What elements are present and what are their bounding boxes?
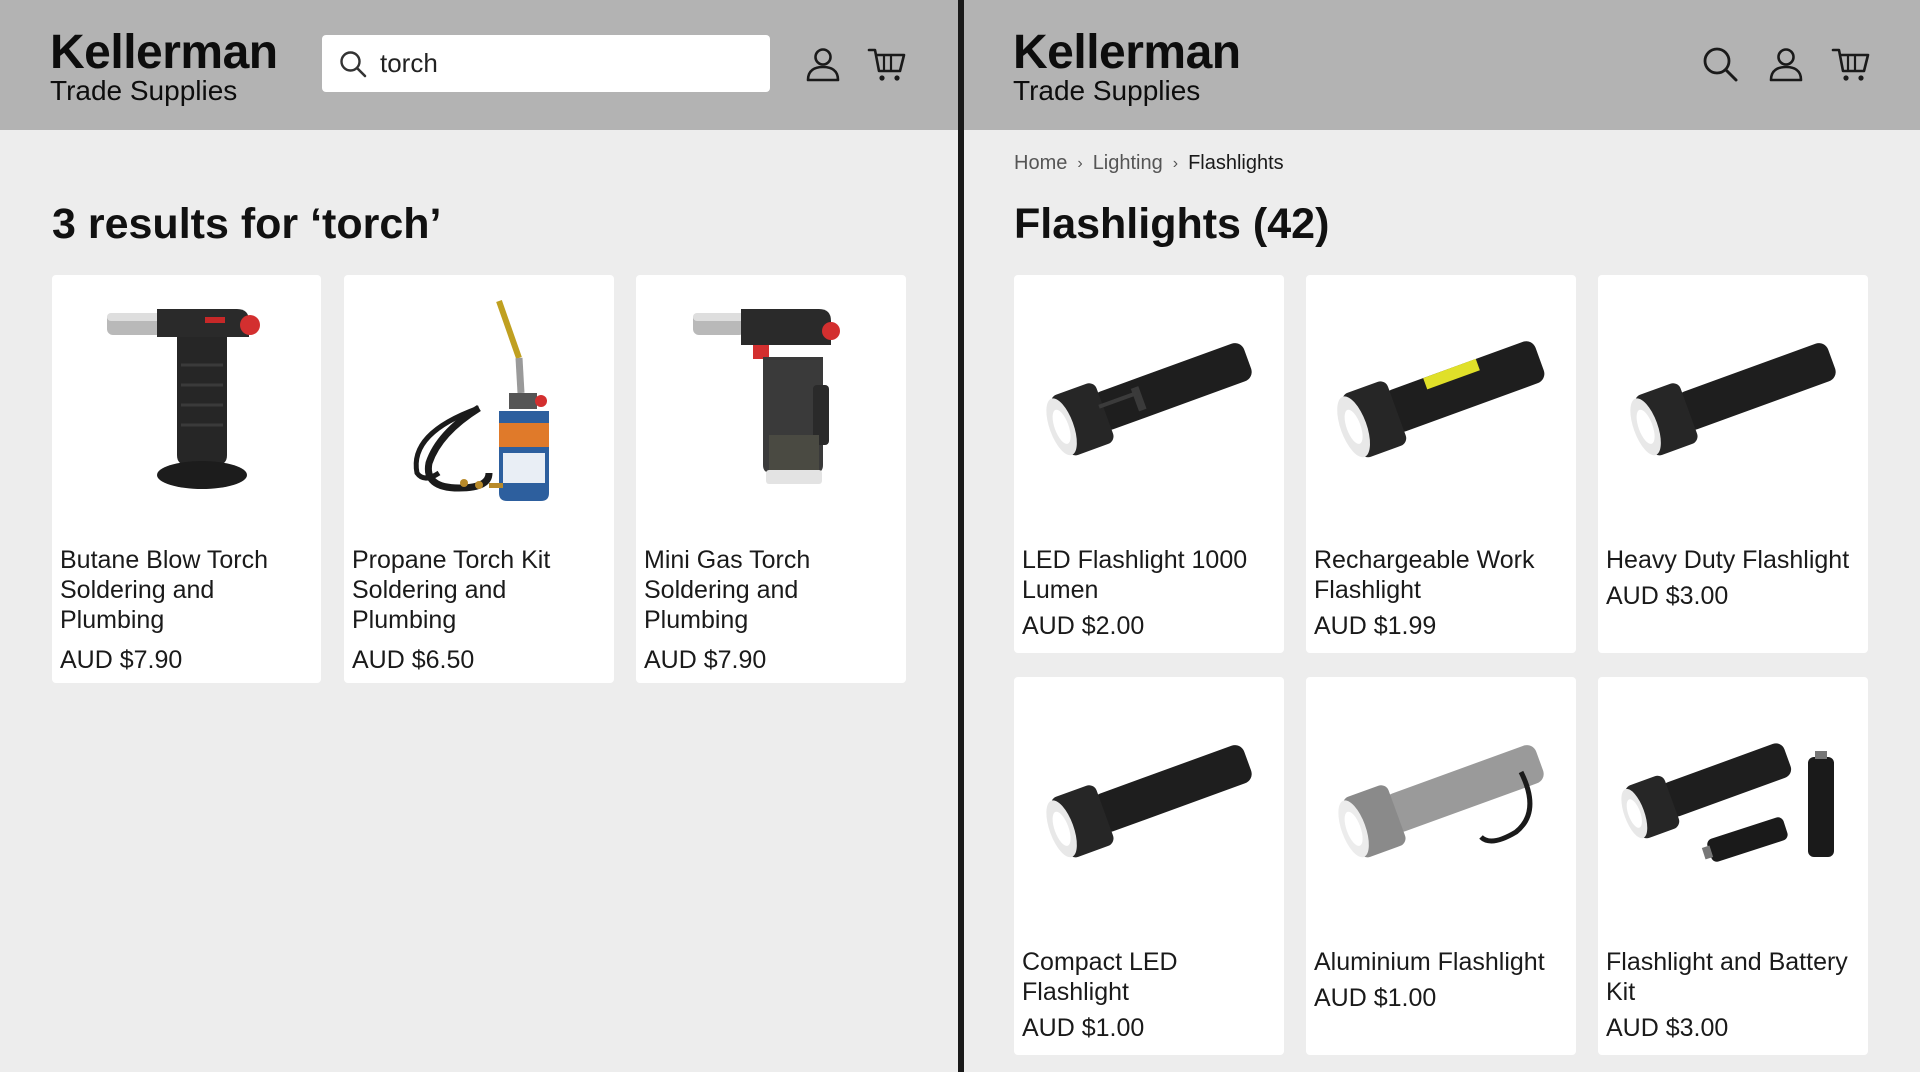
propane-torch-kit-icon <box>413 299 549 501</box>
site-header: Kellerman Trade Supplies <box>964 0 1920 130</box>
page-title: Flashlights (42) <box>1014 200 1330 248</box>
search-input[interactable] <box>380 48 760 79</box>
product-price: AUD $7.90 <box>60 646 183 674</box>
cart-icon[interactable] <box>867 44 907 84</box>
site-logo[interactable]: Kellerman Trade Supplies <box>1013 28 1241 106</box>
brand-name: Kellerman <box>1013 26 1241 79</box>
product-name[interactable]: Mini Gas Torch Soldering and Plumbing <box>644 545 900 635</box>
product-name[interactable]: LED Flashlight 1000 Lumen <box>1022 545 1278 605</box>
product-card[interactable]: Mini Gas Torch Soldering and Plumbing AU… <box>636 275 906 683</box>
flashlight-battery-kit-icon <box>1621 743 1834 862</box>
product-name[interactable]: Butane Blow Torch Soldering and Plumbing <box>60 545 315 635</box>
flashlight-icon <box>1630 343 1836 456</box>
blow-torch-icon <box>106 309 260 489</box>
category-pane: Kellerman Trade Supplies Home › Lighting… <box>964 0 1920 1072</box>
flashlight-icon <box>1046 343 1252 456</box>
product-card[interactable]: Propane Torch Kit Soldering and Plumbing… <box>344 275 614 683</box>
cart-icon[interactable] <box>1831 44 1871 84</box>
product-card[interactable]: Compact LED Flashlight AUD $1.00 <box>1014 677 1284 1055</box>
product-price: AUD $1.99 <box>1314 612 1437 640</box>
product-image[interactable] <box>1598 275 1868 515</box>
product-card[interactable]: Flashlight and Battery Kit AUD $3.00 <box>1598 677 1868 1055</box>
product-name[interactable]: Rechargeable Work Flashlight <box>1314 545 1570 605</box>
account-icon[interactable] <box>1766 44 1806 84</box>
product-price: AUD $3.00 <box>1606 582 1729 610</box>
product-card[interactable]: Heavy Duty Flashlight AUD $3.00 <box>1598 275 1868 653</box>
product-card[interactable]: Aluminium Flashlight AUD $1.00 <box>1306 677 1576 1055</box>
breadcrumb-flashlights: Flashlights <box>1188 152 1284 174</box>
product-image[interactable] <box>1598 677 1868 917</box>
chevron-right-icon: › <box>1172 154 1179 172</box>
product-name[interactable]: Flashlight and Battery Kit <box>1606 947 1862 1007</box>
product-price: AUD $3.00 <box>1606 1014 1729 1042</box>
product-image[interactable] <box>1014 677 1284 917</box>
search-results-pane: Kellerman Trade Supplies 3 results for ‘… <box>0 0 958 1072</box>
brand-subtitle: Trade Supplies <box>50 75 238 106</box>
product-price: AUD $1.00 <box>1314 984 1437 1012</box>
product-name[interactable]: Compact LED Flashlight <box>1022 947 1278 1007</box>
brand-name: Kellerman <box>50 26 278 79</box>
account-icon[interactable] <box>803 44 843 84</box>
product-image[interactable] <box>52 275 321 515</box>
product-card[interactable]: Rechargeable Work Flashlight AUD $1.99 <box>1306 275 1576 653</box>
product-name[interactable]: Aluminium Flashlight <box>1314 947 1570 977</box>
site-header: Kellerman Trade Supplies <box>0 0 958 130</box>
product-image[interactable] <box>1306 275 1576 515</box>
product-image[interactable] <box>1306 677 1576 917</box>
product-price: AUD $1.00 <box>1022 1014 1145 1042</box>
product-card[interactable]: Butane Blow Torch Soldering and Plumbing… <box>52 275 321 683</box>
breadcrumb: Home › Lighting › Flashlights <box>1014 152 1284 175</box>
product-card[interactable]: LED Flashlight 1000 Lumen AUD $2.00 <box>1014 275 1284 653</box>
product-price: AUD $2.00 <box>1022 612 1145 640</box>
breadcrumb-lighting[interactable]: Lighting <box>1093 152 1163 175</box>
site-logo[interactable]: Kellerman Trade Supplies <box>50 28 278 106</box>
product-image[interactable] <box>344 275 614 515</box>
product-image[interactable] <box>1014 275 1284 515</box>
flashlight-yellow-strip-icon <box>1337 341 1545 458</box>
search-icon[interactable] <box>1700 44 1740 84</box>
product-name[interactable]: Propane Torch Kit Soldering and Plumbing <box>352 545 608 635</box>
product-image[interactable] <box>636 275 906 515</box>
flashlight-icon <box>1046 745 1252 858</box>
flashlight-silver-icon <box>1338 745 1544 858</box>
product-price: AUD $6.50 <box>352 646 475 674</box>
product-name[interactable]: Heavy Duty Flashlight <box>1606 545 1862 575</box>
results-title: 3 results for ‘torch’ <box>52 200 442 248</box>
product-price: AUD $7.90 <box>644 646 767 674</box>
brand-subtitle: Trade Supplies <box>1013 75 1201 106</box>
search-icon <box>340 50 367 77</box>
breadcrumb-home[interactable]: Home <box>1014 152 1067 175</box>
search-bar[interactable] <box>322 35 770 92</box>
mini-gas-torch-icon <box>693 309 840 484</box>
chevron-right-icon: › <box>1077 154 1083 172</box>
